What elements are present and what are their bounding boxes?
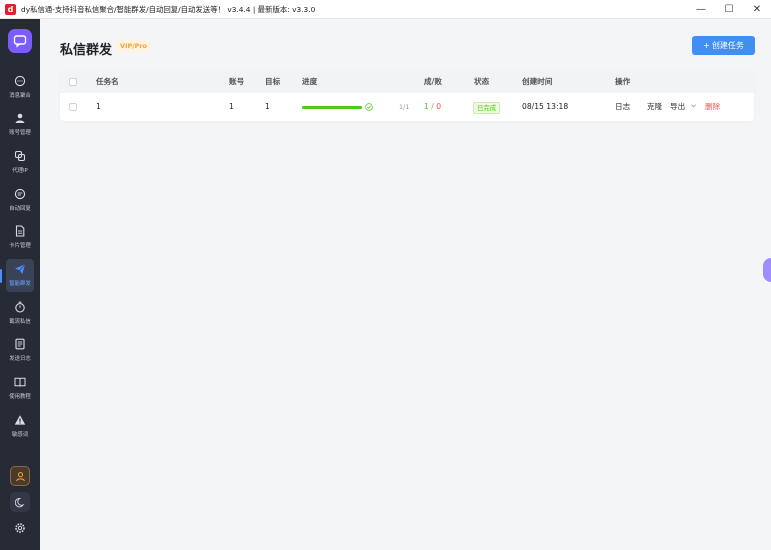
theme-toggle-button[interactable]: [10, 492, 30, 512]
sidebar-item-tutorial[interactable]: 使用教程: [0, 372, 40, 406]
cell-success-fail: 1 / 0: [424, 95, 441, 119]
count-separator: /: [431, 102, 434, 111]
sidebar-item-smart-broadcast[interactable]: 智能群发: [0, 259, 40, 293]
sidebar-item-send-log[interactable]: 发送日志: [0, 334, 40, 368]
maximize-button[interactable]: ☐: [715, 0, 743, 19]
cell-created-time: 08/15 13:18: [522, 102, 569, 111]
page-title: 私信群发: [60, 43, 113, 58]
user-icon: [13, 111, 27, 125]
cell-task-name: 1: [96, 102, 101, 111]
sidebar-item-sensitive-words[interactable]: 敏感词: [0, 410, 40, 444]
header-target: 目标: [265, 77, 281, 86]
sidebar-item-message-aggregate[interactable]: 消息聚合: [0, 71, 40, 105]
plus-icon: +: [703, 41, 710, 50]
header-task-name: 任务名: [96, 77, 119, 86]
header-progress: 进度: [302, 77, 318, 86]
window-titlebar: d dy私信通-支持抖音私信聚合/智能群发/自动回复/自动发送等！ v3.4.4…: [0, 0, 771, 19]
delete-link[interactable]: 删除: [705, 95, 720, 119]
sidebar-item-label: 智能群发: [9, 281, 31, 287]
header-account: 账号: [229, 77, 245, 86]
document-icon: [13, 224, 27, 238]
message-icon: [13, 187, 27, 201]
log-link[interactable]: 日志: [615, 95, 630, 119]
chevron-down-icon: [690, 104, 696, 108]
chat-bubble-icon: [13, 74, 27, 88]
select-all-checkbox[interactable]: [69, 78, 77, 86]
sidebar-item-label: 敏感词: [11, 432, 29, 438]
cell-target: 1: [265, 102, 270, 111]
app-logo-icon: d: [5, 3, 16, 15]
log-icon: [13, 337, 27, 351]
settings-button[interactable]: [10, 518, 30, 538]
fail-count: 0: [436, 102, 442, 111]
sidebar-item-intercept-message[interactable]: 截流私信: [0, 297, 40, 331]
warning-icon: [13, 413, 27, 427]
brand-logo-icon[interactable]: [8, 29, 32, 53]
progress-bar: [302, 106, 362, 109]
window-title: dy私信通-支持抖音私信聚合/智能群发/自动回复/自动发送等！ v3.4.4 |…: [21, 4, 316, 14]
table-row: 1 1 1 1/1 1 / 0 已完成 08/15 13:18 日志 克隆 导出…: [60, 95, 754, 119]
sidebar-item-auto-reply[interactable]: 自动回复: [0, 184, 40, 218]
sidebar-item-label: 发送日志: [9, 356, 31, 362]
timer-icon: [13, 300, 27, 314]
window-controls: — ☐ ✕: [687, 0, 771, 19]
send-icon: [13, 262, 27, 276]
check-circle-icon: [365, 103, 373, 111]
sidebar-item-label: 使用教程: [9, 394, 31, 400]
sidebar-item-account-manage[interactable]: 账号管理: [0, 108, 40, 142]
sidebar-item-card-manage[interactable]: 卡片管理: [0, 221, 40, 255]
header-success-fail: 成/败: [424, 77, 442, 86]
user-profile-button[interactable]: [10, 466, 30, 486]
header-created-time: 创建时间: [522, 77, 553, 86]
sidebar-item-label: 截流私信: [9, 319, 31, 325]
row-checkbox[interactable]: [69, 103, 77, 111]
header-actions: 操作: [615, 77, 631, 86]
close-button[interactable]: ✕: [743, 0, 771, 19]
export-dropdown[interactable]: 导出: [670, 95, 697, 119]
moon-icon: [14, 497, 24, 507]
sidebar: 消息聚合 账号管理 代理IP 自动回复 卡片管理 智能群发 截流私信 发送日志 …: [0, 19, 40, 550]
create-task-button[interactable]: + 创建任务: [692, 36, 755, 55]
sidebar-item-label: 账号管理: [9, 130, 31, 136]
sidebar-item-proxy-ip[interactable]: 代理IP: [0, 146, 40, 180]
status-badge: 已完成: [473, 102, 501, 114]
sidebar-item-label: 自动回复: [9, 206, 31, 212]
task-table: 任务名 账号 目标 进度 成/败 状态 创建时间 操作 1 1 1 1/1 1 …: [60, 71, 754, 121]
header-status: 状态: [474, 77, 490, 86]
vip-badge: VIP/Pro: [117, 40, 151, 52]
sidebar-item-label: 消息聚合: [9, 93, 31, 99]
profile-icon: [15, 471, 25, 481]
gear-icon: [15, 523, 25, 533]
create-task-label: 创建任务: [711, 41, 744, 50]
progress-bar-fill: [302, 106, 362, 109]
sidebar-item-label: 卡片管理: [9, 243, 31, 249]
active-indicator: [0, 269, 2, 283]
cell-progress-text: 1/1: [399, 103, 410, 111]
sidebar-item-label: 代理IP: [12, 168, 28, 174]
clone-link[interactable]: 克隆: [647, 95, 662, 119]
floating-assistant-handle[interactable]: [763, 258, 771, 282]
table-header: 任务名 账号 目标 进度 成/败 状态 创建时间 操作: [60, 71, 754, 93]
minimize-button[interactable]: —: [687, 0, 715, 19]
link-icon: [13, 149, 27, 163]
success-count: 1: [424, 102, 429, 111]
cell-account: 1: [229, 102, 234, 111]
book-icon: [13, 375, 27, 389]
export-label: 导出: [670, 102, 686, 111]
